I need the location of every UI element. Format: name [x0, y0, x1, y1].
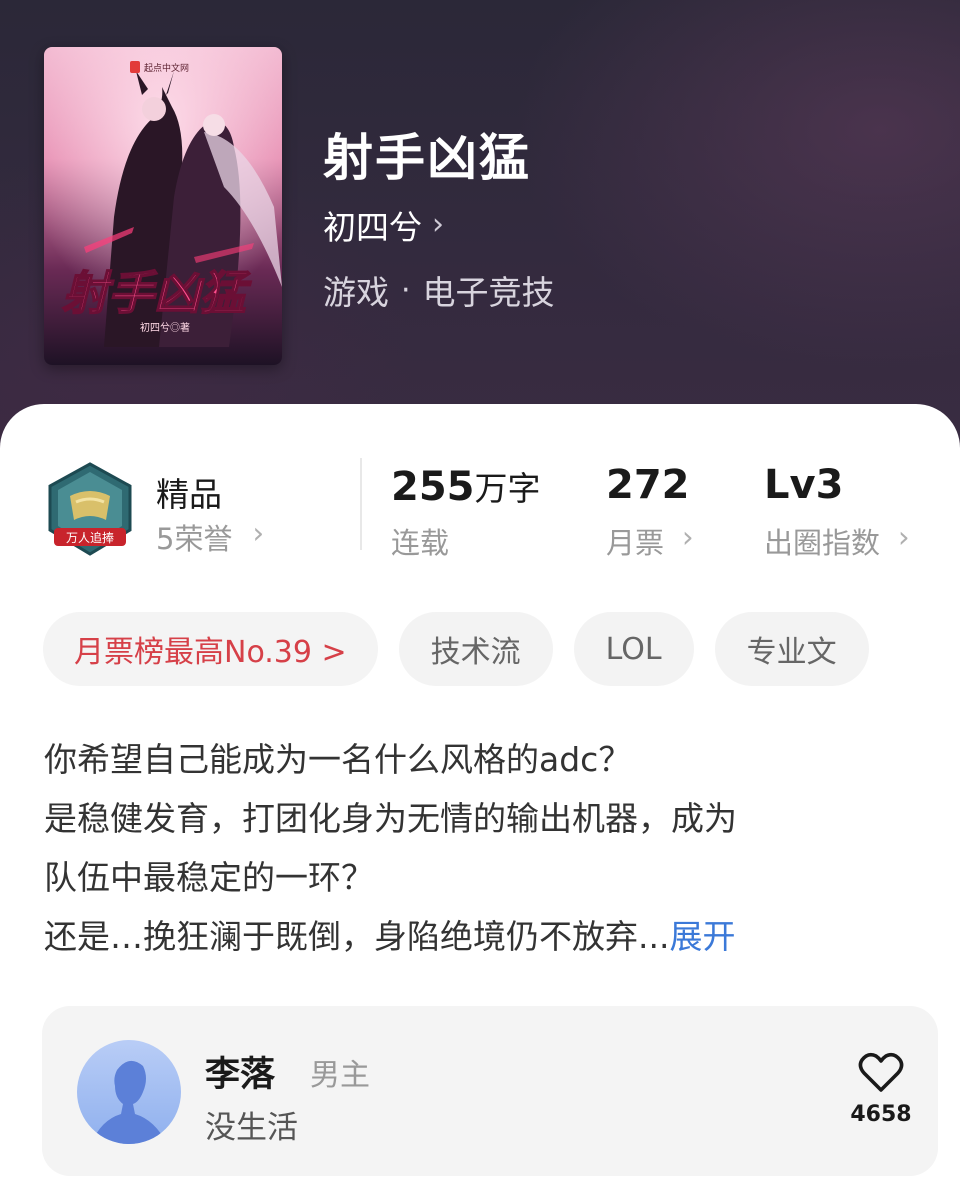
stats-row: 万人追捧 精品 5荣誉 › 255万字 连载 272 月票 › Lv3 出圈指数…: [0, 450, 960, 570]
genre-secondary: 电子竞技: [422, 273, 555, 312]
character-name: 李落: [205, 1055, 276, 1095]
genre-separator: ·: [401, 272, 411, 308]
stats-divider: [360, 458, 362, 550]
chevron-right-icon: ›: [432, 206, 444, 242]
character-card[interactable]: 李落 男主 没生活 4658: [42, 1006, 938, 1176]
chevron-right-icon: ›: [252, 516, 265, 550]
tag-item[interactable]: 技术流: [398, 612, 553, 686]
chevron-right-icon: ›: [898, 520, 910, 554]
tag-list: 月票榜最高No.39 > 技术流 LOL 专业文: [43, 612, 869, 686]
description-line: 队伍中最稳定的一环？: [44, 858, 374, 897]
quality-badge-icon[interactable]: 万人追捧: [46, 462, 134, 558]
book-header: 起点中文网 射手凶猛 初四兮◎著 射手凶猛 初四兮 › 游戏 · 电子竞技: [0, 0, 960, 460]
description-last-line: 还是…挽狂澜于既倒，身陷绝境仍不放弃...展开: [44, 907, 924, 966]
avatar: [77, 1040, 181, 1144]
level-label: 出圈指数: [764, 526, 881, 560]
character-role: 男主: [310, 1058, 370, 1093]
author-name: 初四兮: [323, 208, 422, 247]
level-link[interactable]: 出圈指数 ›: [764, 520, 910, 562]
tag-rank[interactable]: 月票榜最高No.39 >: [43, 612, 378, 686]
word-count-unit: 万字: [474, 469, 541, 508]
book-info-card: 万人追捧 精品 5荣誉 › 255万字 连载 272 月票 › Lv3 出圈指数…: [0, 404, 960, 1194]
description-line: 你希望自己能成为一名什么风格的adc？: [44, 740, 632, 779]
like-count: 4658: [850, 1102, 912, 1127]
serial-status: 连载: [391, 520, 449, 562]
serial-status-label: 连载: [391, 526, 450, 560]
cover-author-credit: 初四兮◎著: [140, 321, 190, 334]
tag-item[interactable]: LOL: [573, 612, 694, 686]
monthly-tickets-value: 272: [606, 462, 690, 508]
book-description[interactable]: 你希望自己能成为一名什么风格的adc？ 是稳健发育，打团化身为无情的输出机器，成…: [44, 730, 924, 966]
cover-title-art: 射手凶猛: [62, 266, 252, 320]
genre-row: 游戏 · 电子竞技: [323, 266, 555, 314]
word-count-value: 255: [391, 464, 475, 510]
chevron-right-icon: ›: [682, 520, 694, 554]
tier-label: 精品: [156, 475, 222, 514]
character-motto: 没生活: [205, 1110, 298, 1146]
like-button[interactable]: 4658: [846, 1052, 916, 1127]
monthly-tickets-link[interactable]: 月票 ›: [606, 520, 694, 562]
honor-link[interactable]: 5荣誉 ›: [156, 516, 264, 558]
tag-item[interactable]: 专业文: [714, 612, 869, 686]
monthly-tickets-label: 月票: [606, 526, 665, 560]
heart-outline-icon: [858, 1052, 904, 1092]
book-title: 射手凶猛: [323, 128, 531, 187]
expand-link[interactable]: 展开: [669, 917, 735, 956]
badge-text: 万人追捧: [66, 530, 114, 545]
word-count: 255万字: [391, 462, 541, 510]
cover-publisher-logo: 起点中文网: [144, 62, 189, 73]
book-cover[interactable]: 起点中文网 射手凶猛 初四兮◎著: [44, 47, 282, 365]
level-value: Lv3: [764, 462, 844, 508]
description-line: 是稳健发育，打团化身为无情的输出机器，成为: [44, 799, 737, 838]
author-link[interactable]: 初四兮 ›: [323, 203, 444, 248]
description-line: 还是…挽狂澜于既倒，身陷绝境仍不放弃...: [44, 917, 670, 956]
honor-label: 5荣誉: [156, 522, 233, 556]
genre-primary: 游戏: [323, 273, 389, 312]
